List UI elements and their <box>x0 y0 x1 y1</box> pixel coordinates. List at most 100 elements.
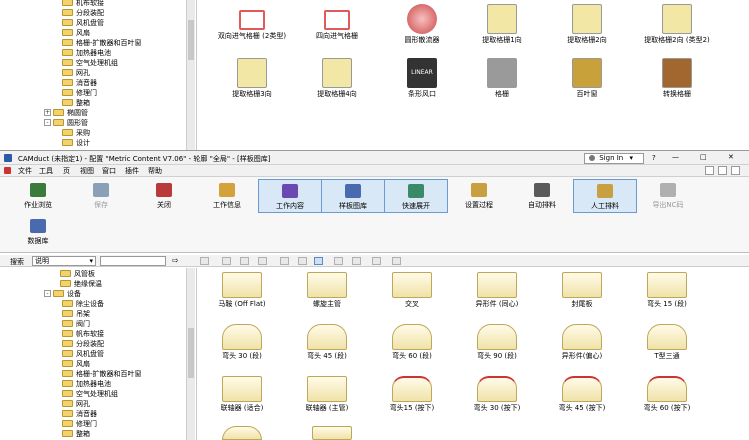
ribbon-button-7[interactable]: 设置过程 <box>447 179 511 213</box>
template-tile[interactable]: 弯头 45 (按下) <box>542 376 622 412</box>
tree-item[interactable]: 网孔 <box>62 68 90 78</box>
delete-icon[interactable] <box>280 257 289 265</box>
menu-item-tools[interactable]: 工具 <box>39 166 53 176</box>
template-tile[interactable]: 螺旋主管 <box>287 272 367 308</box>
tree-item[interactable]: 消音器 <box>62 409 97 419</box>
tree-item[interactable]: 风机盘管 <box>62 18 104 28</box>
search-input[interactable] <box>100 256 166 266</box>
template-tile[interactable]: 联轴器 (主管) <box>287 376 367 412</box>
template-tile[interactable]: 弯头 30 (段) <box>202 324 282 360</box>
properties-icon[interactable] <box>298 257 307 265</box>
menu-item-plugins[interactable]: 插件 <box>125 166 139 176</box>
tree-item[interactable]: 设计 <box>62 138 90 148</box>
top-tree-scrollbar[interactable] <box>186 0 195 150</box>
bottom-tree-scrollbar[interactable] <box>186 268 195 440</box>
template-tile[interactable]: 百叶窗 <box>547 58 627 98</box>
template-tile[interactable]: 双向进气格栅 (2类型) <box>212 4 292 40</box>
template-tile[interactable]: 弯头 15 (段) <box>627 272 707 308</box>
template-tile[interactable]: 弯头 60 (按下) <box>627 376 707 412</box>
mdi-min-button[interactable] <box>705 166 714 175</box>
close-button[interactable]: ✕ <box>728 153 734 161</box>
window-title-bar[interactable]: CAMduct (未指定1) - 配置 "Metric Content V7.0… <box>0 150 749 165</box>
tree-item[interactable]: 风管板 <box>60 269 95 279</box>
template-tile[interactable]: 弯头 45 (段) <box>287 324 367 360</box>
template-tile[interactable]: 交叉 <box>372 272 452 308</box>
tree-item[interactable]: 吊架 <box>62 309 90 319</box>
tree-item[interactable]: 空气处理机组 <box>62 58 118 68</box>
ribbon-button-3[interactable]: 工作信息 <box>195 179 259 213</box>
search-go-button[interactable]: ⇨ <box>172 256 179 265</box>
ribbon-button-0[interactable]: 作业浏览 <box>6 179 70 213</box>
bottom-folder-tree[interactable]: 风管板 绝缘保温 - 设备 除尘设备 吊架 阀门 帆布软接 分段装配 风机盘管 风扇 格栅-扩散器和百… <box>0 268 186 440</box>
tree-item[interactable]: 整箱 <box>62 429 90 439</box>
sign-in-button[interactable]: Sign In ▾ <box>584 153 644 164</box>
template-tile[interactable]: 格栅 <box>462 58 542 98</box>
template-tile[interactable]: 提取格栅1向 <box>462 4 542 44</box>
menu-item-view[interactable]: 视图 <box>80 166 94 176</box>
template-tile[interactable]: 异形件(偏心) <box>542 324 622 360</box>
paste-icon[interactable] <box>258 257 267 265</box>
tree-item[interactable]: 机布软接 <box>62 0 104 8</box>
ribbon-button-10[interactable]: 导出NC码 <box>636 179 700 213</box>
template-tile[interactable]: 弯头15 (按下) <box>372 376 452 412</box>
ribbon-button-1[interactable]: 保存 <box>69 179 133 213</box>
template-tile[interactable]: 提取格栅4向 <box>297 58 377 98</box>
small-icons-view-icon[interactable] <box>334 257 343 265</box>
tree-item[interactable]: 除尘设备 <box>62 299 104 309</box>
tree-item[interactable]: 阀门 <box>62 319 90 329</box>
tree-item[interactable]: 整箱 <box>62 98 90 108</box>
template-tile[interactable]: T型三通 <box>627 324 707 360</box>
menu-item-page[interactable]: 页 <box>63 166 70 176</box>
tree-item[interactable]: 加热器电池 <box>62 48 111 58</box>
template-tile[interactable]: 提取格栅2向 (类型2) <box>637 4 717 44</box>
tree-item[interactable]: 网孔 <box>62 399 90 409</box>
mdi-restore-button[interactable] <box>718 166 727 175</box>
template-tile[interactable]: 转换格栅 <box>637 58 717 98</box>
tree-item[interactable]: 分段装配 <box>62 339 104 349</box>
menu-item-file[interactable]: 文件 <box>18 166 32 176</box>
tree-item[interactable]: 帆布软接 <box>62 329 104 339</box>
ribbon-button-5[interactable]: 样板图库 <box>321 179 385 213</box>
template-tile[interactable]: 异形件 (同心) <box>457 272 537 308</box>
ribbon-button-2[interactable]: 关闭 <box>132 179 196 213</box>
tree-item[interactable]: 格栅-扩散器和百叶窗 <box>62 369 142 379</box>
template-tile[interactable]: 马鞍 (Off Flat) <box>202 272 282 308</box>
ribbon-button-8[interactable]: 自动排料 <box>510 179 574 213</box>
tree-item[interactable]: 格栅-扩散器和百叶窗 <box>62 38 142 48</box>
template-tile[interactable]: 四向进气格栅 <box>297 4 377 40</box>
template-thumbnail[interactable] <box>312 426 352 440</box>
ribbon-button-6[interactable]: 快速展开 <box>384 179 448 213</box>
tree-item[interactable]: 消音器 <box>62 78 97 88</box>
search-field-select[interactable]: 说明 ▾ <box>32 256 96 266</box>
details-view-icon[interactable] <box>372 257 381 265</box>
cut-icon[interactable] <box>222 257 231 265</box>
mdi-close-button[interactable] <box>731 166 740 175</box>
ribbon-button-4[interactable]: 工作内容 <box>258 179 322 213</box>
tree-item[interactable]: 风机盘管 <box>62 349 104 359</box>
tree-item[interactable]: 修理门 <box>62 419 97 429</box>
ribbon-button-9[interactable]: 人工排料 <box>573 179 637 213</box>
help-icon[interactable]: ? <box>652 154 656 162</box>
tree-item[interactable]: 加热器电池 <box>62 379 111 389</box>
tree-item[interactable]: 采购 <box>62 128 90 138</box>
tree-item[interactable]: - 设备 <box>44 289 81 299</box>
scrollbar-thumb[interactable] <box>188 328 194 378</box>
template-tile[interactable]: 弯头 90 (段) <box>457 324 537 360</box>
template-tile[interactable]: 弯头 30 (按下) <box>457 376 537 412</box>
minimize-button[interactable]: — <box>672 153 679 161</box>
new-icon[interactable] <box>200 257 209 265</box>
tree-item[interactable]: 风扇 <box>62 28 90 38</box>
tree-item[interactable]: 绝缘保温 <box>60 279 102 289</box>
collapse-icon[interactable]: - <box>44 289 51 297</box>
list-view-icon[interactable] <box>352 257 361 265</box>
menu-item-window[interactable]: 窗口 <box>102 166 116 176</box>
tree-item[interactable]: - 圆形管 <box>44 118 88 128</box>
database-button[interactable]: 数据库 <box>6 215 70 249</box>
copy-icon[interactable] <box>240 257 249 265</box>
large-icons-view-icon[interactable] <box>314 257 323 265</box>
template-tile[interactable]: 封尾板 <box>542 272 622 308</box>
tree-item[interactable]: 风扇 <box>62 359 90 369</box>
template-tile[interactable]: LINEAR 条形风口 <box>382 58 462 98</box>
template-tile[interactable]: 圆形散流器 <box>382 4 462 44</box>
template-thumbnail[interactable] <box>222 426 262 440</box>
